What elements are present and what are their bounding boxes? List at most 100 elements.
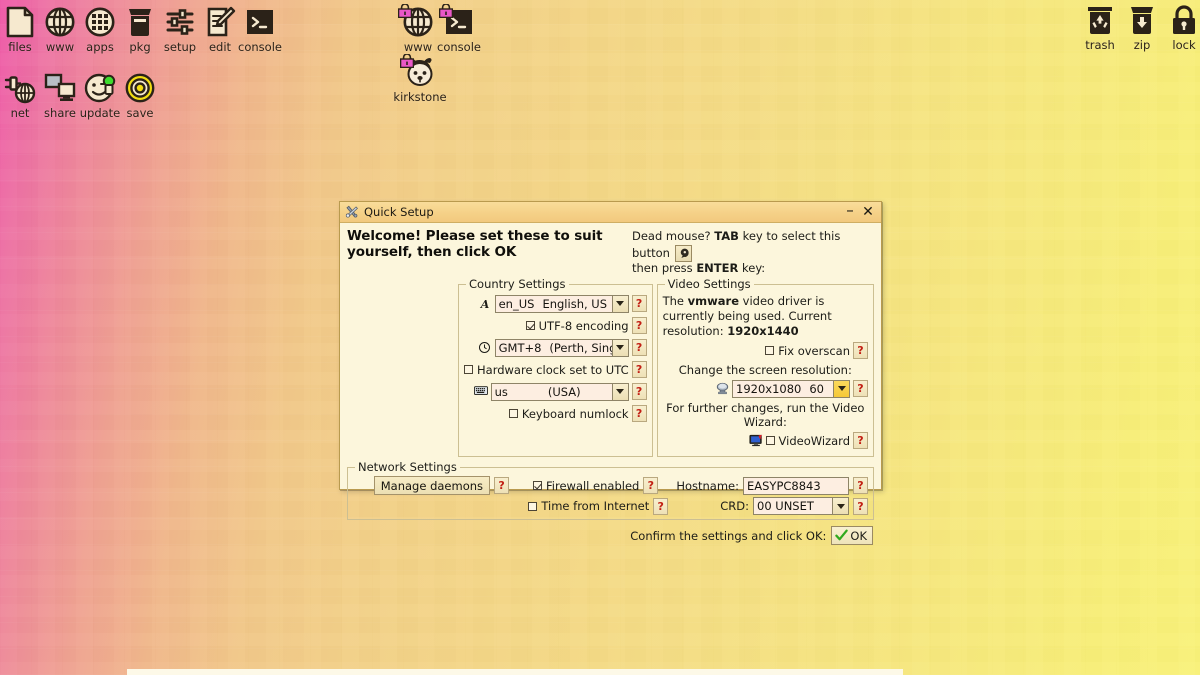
puppy-icon bbox=[399, 53, 436, 88]
numlock-checkbox-box[interactable] bbox=[508, 409, 518, 419]
crd-dropdown-arrow[interactable] bbox=[832, 498, 848, 515]
firewall-checkbox-box[interactable] bbox=[533, 481, 543, 491]
time-internet-help-button[interactable]: ? bbox=[653, 497, 669, 515]
desktop-icon-save[interactable]: save bbox=[112, 72, 168, 120]
overscan-checkbox[interactable]: Fix overscan bbox=[765, 344, 850, 358]
resolution-value: 1920x1080 bbox=[736, 381, 802, 396]
lock-badge-icon bbox=[397, 3, 413, 19]
keyboard-combo[interactable]: us (USA) bbox=[490, 382, 629, 401]
resolution-dropdown-arrow[interactable] bbox=[833, 380, 849, 397]
time-internet-checkbox-box[interactable] bbox=[528, 501, 538, 511]
time-internet-checkbox[interactable]: Time from Internet bbox=[528, 499, 649, 513]
timezone-help-button[interactable]: ? bbox=[631, 339, 647, 357]
current-resolution: 1920x1440 bbox=[727, 323, 799, 338]
dialog-titlebar[interactable]: Quick Setup – ✕ bbox=[340, 201, 881, 223]
firewall-checkbox[interactable]: Firewall enabled bbox=[533, 479, 639, 493]
terminal-icon bbox=[438, 3, 475, 38]
hwclock-help-button[interactable]: ? bbox=[631, 361, 647, 379]
desktop-icons-center: www console kirkstone bbox=[390, 0, 510, 120]
video-settings-legend: Video Settings bbox=[667, 277, 751, 292]
keyboard-row: us (USA) ? bbox=[464, 381, 647, 402]
trash-icon bbox=[1084, 4, 1116, 36]
ok-button-label: OK bbox=[850, 528, 867, 543]
timezone-dropdown-arrow[interactable] bbox=[611, 339, 628, 356]
hostname-help-button[interactable]: ? bbox=[853, 477, 868, 495]
firewall-help-button[interactable]: ? bbox=[643, 477, 659, 495]
numlock-help-button[interactable]: ? bbox=[631, 405, 647, 423]
lock-badge-icon bbox=[399, 53, 415, 69]
timezone-row: GMT+8 (Perth, Sing ? bbox=[464, 337, 647, 358]
video-wizard-help-button[interactable]: ? bbox=[853, 432, 868, 450]
change-resolution-caption: Change the screen resolution: bbox=[678, 363, 852, 378]
timezone-combo[interactable]: GMT+8 (Perth, Sing bbox=[494, 338, 629, 357]
minimize-button[interactable]: – bbox=[841, 201, 859, 221]
resolution-help-button[interactable]: ? bbox=[853, 380, 868, 398]
desktop-icon-kirkstone-locked[interactable]: kirkstone bbox=[392, 53, 448, 104]
desktop-icon-console-locked[interactable]: console bbox=[431, 3, 487, 54]
ok-button[interactable]: OK bbox=[831, 526, 873, 546]
desktop-icon-console[interactable]: console bbox=[232, 6, 288, 54]
check-icon bbox=[835, 529, 849, 542]
utf8-help-button[interactable]: ? bbox=[631, 317, 647, 335]
desktop-icon-label: lock bbox=[1172, 38, 1196, 52]
hostname-label: Hostname: bbox=[676, 478, 739, 493]
terminal-icon bbox=[244, 6, 276, 38]
manage-daemons-button[interactable]: Manage daemons bbox=[373, 476, 491, 496]
taskbar[interactable] bbox=[127, 669, 903, 675]
numlock-row: Keyboard numlock ? bbox=[464, 403, 647, 424]
dead-mouse-text-3: then press bbox=[632, 260, 697, 275]
resolution-combo[interactable]: 1920x1080 60 bbox=[732, 379, 850, 398]
video-wizard-checkbox[interactable]: VideoWizard bbox=[765, 434, 850, 448]
hwclock-row: Hardware clock set to UTC ? bbox=[464, 359, 647, 380]
tools-icon bbox=[345, 205, 359, 219]
utf8-checkbox[interactable]: UTF-8 encoding bbox=[525, 318, 629, 333]
desktop-icon-lock[interactable]: lock bbox=[1156, 4, 1200, 52]
keyboard-dropdown-arrow[interactable] bbox=[611, 383, 628, 400]
close-button[interactable]: ✕ bbox=[859, 203, 877, 221]
timezone-desc: (Perth, Sing bbox=[549, 340, 612, 355]
mouse-icon[interactable] bbox=[674, 244, 692, 262]
keyboard-help-button[interactable]: ? bbox=[631, 383, 647, 401]
manage-daemons-help-button[interactable]: ? bbox=[494, 477, 510, 495]
desktop: files www apps pkg setup edit console net share u… bbox=[0, 0, 1200, 675]
utf8-row: UTF-8 encoding ? bbox=[464, 315, 647, 336]
desktop-icon-label: console bbox=[238, 40, 282, 54]
hwclock-label: Hardware clock set to UTC bbox=[477, 362, 629, 377]
keyboard-icon bbox=[473, 385, 488, 399]
crd-combo[interactable]: 00 UNSET bbox=[753, 497, 849, 516]
desktop-icons-right: trash zip lock bbox=[1072, 0, 1200, 60]
enter-key-label: ENTER bbox=[696, 260, 739, 275]
locale-dropdown-arrow[interactable] bbox=[611, 295, 628, 312]
monitor-icon bbox=[748, 434, 763, 448]
overscan-checkbox-box[interactable] bbox=[765, 346, 775, 356]
monitor-small-icon bbox=[715, 382, 729, 396]
hwclock-checkbox[interactable]: Hardware clock set to UTC bbox=[464, 363, 629, 377]
clock-icon bbox=[478, 341, 492, 355]
padlock-icon bbox=[1168, 4, 1200, 36]
numlock-label: Keyboard numlock bbox=[521, 406, 629, 421]
driver-text-1: The bbox=[662, 294, 688, 309]
locale-help-button[interactable]: ? bbox=[631, 295, 647, 313]
locale-desc: English, US bbox=[542, 296, 608, 311]
locale-combo[interactable]: en_US English, US bbox=[494, 294, 629, 313]
country-settings-legend: Country Settings bbox=[469, 277, 566, 292]
overscan-label: Fix overscan bbox=[778, 343, 850, 358]
utf8-label: UTF-8 encoding bbox=[538, 318, 629, 333]
network-settings-group: Network Settings Manage daemons ? Firewa… bbox=[347, 460, 874, 521]
utf8-checkbox-box[interactable] bbox=[525, 321, 535, 331]
network-settings-legend: Network Settings bbox=[358, 460, 457, 475]
network-row-2: Time from Internet ? CRD: 00 UNSET ? bbox=[353, 497, 868, 516]
overscan-help-button[interactable]: ? bbox=[853, 342, 868, 360]
svg-text:A: A bbox=[479, 298, 489, 311]
crd-help-button[interactable]: ? bbox=[853, 497, 868, 515]
hostname-input[interactable]: EASYPC8843 bbox=[743, 476, 849, 495]
hwclock-checkbox-box[interactable] bbox=[464, 365, 473, 375]
video-wizard-row: VideoWizard ? bbox=[663, 430, 868, 451]
target-icon bbox=[124, 72, 156, 104]
quick-setup-dialog: Quick Setup – ✕ Welcome! Please set thes… bbox=[339, 201, 882, 546]
dialog-body: Welcome! Please set these to suit yourse… bbox=[340, 223, 881, 549]
numlock-checkbox[interactable]: Keyboard numlock bbox=[508, 406, 629, 421]
video-wizard-checkbox-box[interactable] bbox=[765, 436, 775, 446]
desktop-icon-label: kirkstone bbox=[393, 90, 447, 104]
overscan-row: Fix overscan ? bbox=[663, 340, 868, 361]
